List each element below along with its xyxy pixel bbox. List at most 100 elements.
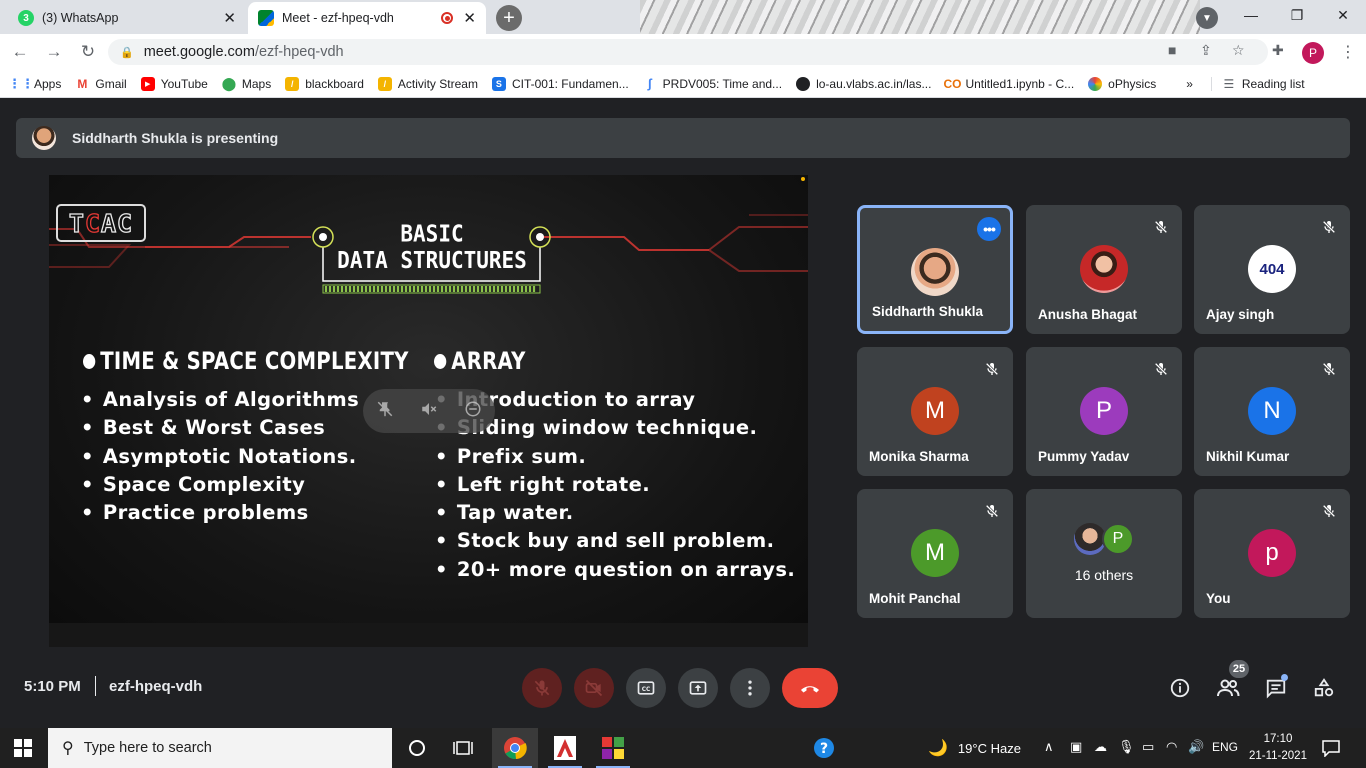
close-icon[interactable]: ✕ [223, 9, 236, 27]
url-field[interactable]: 🔒 meet.google.com/ezf-hpeq-vdh [108, 39, 1268, 65]
participant-tile[interactable]: M Monika Sharma [857, 347, 1013, 476]
others-tile[interactable]: P 16 others [1026, 489, 1182, 618]
left-section-heading: TIME & SPACE COMPLEXITY [83, 347, 409, 375]
camera-blocked-icon[interactable]: ■ [1168, 42, 1176, 58]
camera-toggle-button[interactable] [574, 668, 614, 708]
list-item: Left right rotate. [435, 471, 795, 499]
system-clock[interactable]: 17:10 21-11-2021 [1248, 731, 1308, 765]
profile-avatar[interactable]: P [1302, 42, 1324, 64]
participant-name: Siddharth Shukla [872, 304, 984, 319]
taskbar-search-box[interactable]: ⚲ Type here to search [48, 728, 392, 768]
tab-meet[interactable]: Meet - ezf-hpeq-vdh ✕ [248, 2, 486, 34]
share-icon[interactable]: ⇪ [1200, 42, 1212, 59]
info-icon [1170, 678, 1190, 698]
tab-search-button[interactable]: ▼ [1196, 7, 1218, 29]
present-screen-icon [689, 681, 707, 695]
address-bar: ← → ↻ 🔒 meet.google.com/ezf-hpeq-vdh ■ ⇪… [0, 34, 1366, 70]
whatsapp-icon: 3 [18, 10, 34, 26]
forward-button[interactable]: → [42, 40, 66, 64]
bookmark-vlabs[interactable]: lo-au.vlabs.ac.in/las... [796, 76, 931, 91]
meeting-details-button[interactable] [1168, 676, 1192, 700]
closed-captions-icon: CC [637, 681, 655, 695]
bookmark-gmail[interactable]: M Gmail [75, 76, 127, 91]
microphone-toggle-button[interactable] [522, 668, 562, 708]
wifi-icon[interactable]: ◠ [1166, 739, 1177, 755]
restore-button[interactable]: ❐ [1274, 0, 1320, 30]
bookmark-maps[interactable]: ⬤ Maps [222, 76, 272, 91]
close-icon[interactable]: ✕ [463, 9, 476, 27]
battery-icon[interactable]: ▭ [1142, 739, 1154, 755]
bookmark-youtube[interactable]: ▶ YouTube [140, 76, 208, 91]
browser-menu-icon[interactable]: ⋮ [1340, 42, 1356, 62]
remove-icon[interactable] [464, 400, 482, 422]
mute-presentation-icon[interactable] [420, 400, 438, 422]
participant-name: You [1206, 591, 1231, 606]
reading-list-button[interactable]: ☰ Reading list [1210, 76, 1305, 91]
start-button[interactable] [14, 739, 32, 762]
acrobat-taskbar-button[interactable] [542, 728, 588, 768]
cortana-button[interactable] [394, 728, 440, 768]
list-item: Best & Worst Cases [81, 414, 359, 442]
meeting-code: ezf-hpeq-vdh [109, 678, 203, 695]
notifications-button[interactable] [1322, 739, 1340, 762]
bookmark-prdv005[interactable]: ʃ PRDV005: Time and... [643, 76, 783, 91]
tray-expand-icon[interactable]: ∧ [1044, 739, 1054, 755]
bookmark-colab[interactable]: CO Untitled1.ipynb - C... [943, 77, 1074, 91]
participant-tile[interactable]: M Mohit Panchal [857, 489, 1013, 618]
participant-tile[interactable]: Anusha Bhagat [1026, 205, 1182, 334]
app-taskbar-button[interactable] [590, 728, 636, 768]
chrome-icon [504, 737, 527, 760]
present-now-button[interactable] [678, 668, 718, 708]
chrome-taskbar-button[interactable] [492, 728, 538, 768]
volume-icon[interactable]: 🔊 [1188, 739, 1204, 755]
right-section-heading: ARRAY [434, 347, 526, 375]
self-tile[interactable]: p You [1194, 489, 1350, 618]
help-taskbar-button[interactable]: ? [801, 728, 847, 768]
bookmark-activity-stream[interactable]: / Activity Stream [377, 76, 478, 91]
participant-tile[interactable]: ••• Siddharth Shukla [857, 205, 1013, 334]
onedrive-icon[interactable]: ☁ [1094, 739, 1107, 755]
bookmarks-overflow-button[interactable]: » [1186, 77, 1193, 91]
list-item: Stock buy and sell problem. [435, 527, 795, 555]
participant-tile[interactable]: 404 Ajay singh [1194, 205, 1350, 334]
list-item: Space Complexity [81, 471, 359, 499]
close-window-button[interactable]: ✕ [1320, 0, 1366, 30]
back-button[interactable]: ← [8, 40, 32, 64]
avatar [911, 248, 959, 296]
bookmark-star-icon[interactable]: ☆ [1232, 42, 1245, 59]
tab-whatsapp[interactable]: 3 (3) WhatsApp ✕ [8, 2, 246, 34]
presentation-slide[interactable]: T C AC BASIC DATA STRUCTURES TIME & SPACE … [49, 175, 808, 647]
participant-tile[interactable]: P Pummy Yadav [1026, 347, 1182, 476]
weather-widget[interactable]: 🌙 19°C Haze [928, 728, 1021, 768]
list-item: Practice problems [81, 499, 359, 527]
reload-button[interactable]: ↻ [76, 40, 100, 64]
bookmark-blackboard[interactable]: / blackboard [285, 76, 364, 91]
language-indicator[interactable]: ENG [1212, 740, 1238, 754]
others-count: 16 others [1074, 567, 1134, 583]
bookmarks-bar: ⋮⋮ Apps M Gmail ▶ YouTube ⬤ Maps / blackboard… [0, 70, 1366, 98]
microphone-tray-icon[interactable]: 🎙 [1118, 739, 1135, 755]
people-button[interactable] [1216, 676, 1240, 700]
participant-tile[interactable]: N Nikhil Kumar [1194, 347, 1350, 476]
participant-name: Monika Sharma [869, 449, 969, 464]
leave-call-button[interactable] [782, 668, 838, 708]
more-vert-icon [748, 680, 752, 696]
bookmark-ophysics[interactable]: oPhysics [1088, 76, 1156, 91]
new-tab-button[interactable]: + [496, 5, 522, 31]
task-view-button[interactable] [440, 728, 486, 768]
more-options-icon[interactable]: ••• [977, 217, 1001, 241]
avatar [32, 126, 56, 150]
more-options-button[interactable] [730, 668, 770, 708]
bookmark-cit-001[interactable]: S CIT-001: Fundamen... [491, 76, 629, 91]
captions-button[interactable]: CC [626, 668, 666, 708]
meet-icon [258, 10, 274, 26]
activities-button[interactable] [1312, 676, 1336, 700]
minimize-button[interactable]: — [1228, 0, 1274, 30]
extensions-icon[interactable]: ✚ [1272, 42, 1284, 59]
blackboard-icon: / [285, 76, 300, 91]
bookmark-apps[interactable]: ⋮⋮ Apps [8, 76, 61, 91]
meet-tray-icon[interactable]: ▣ [1070, 739, 1082, 755]
avatar [1080, 245, 1128, 293]
meeting-time: 5:10 PM [24, 678, 81, 695]
pin-off-icon[interactable] [376, 400, 394, 422]
